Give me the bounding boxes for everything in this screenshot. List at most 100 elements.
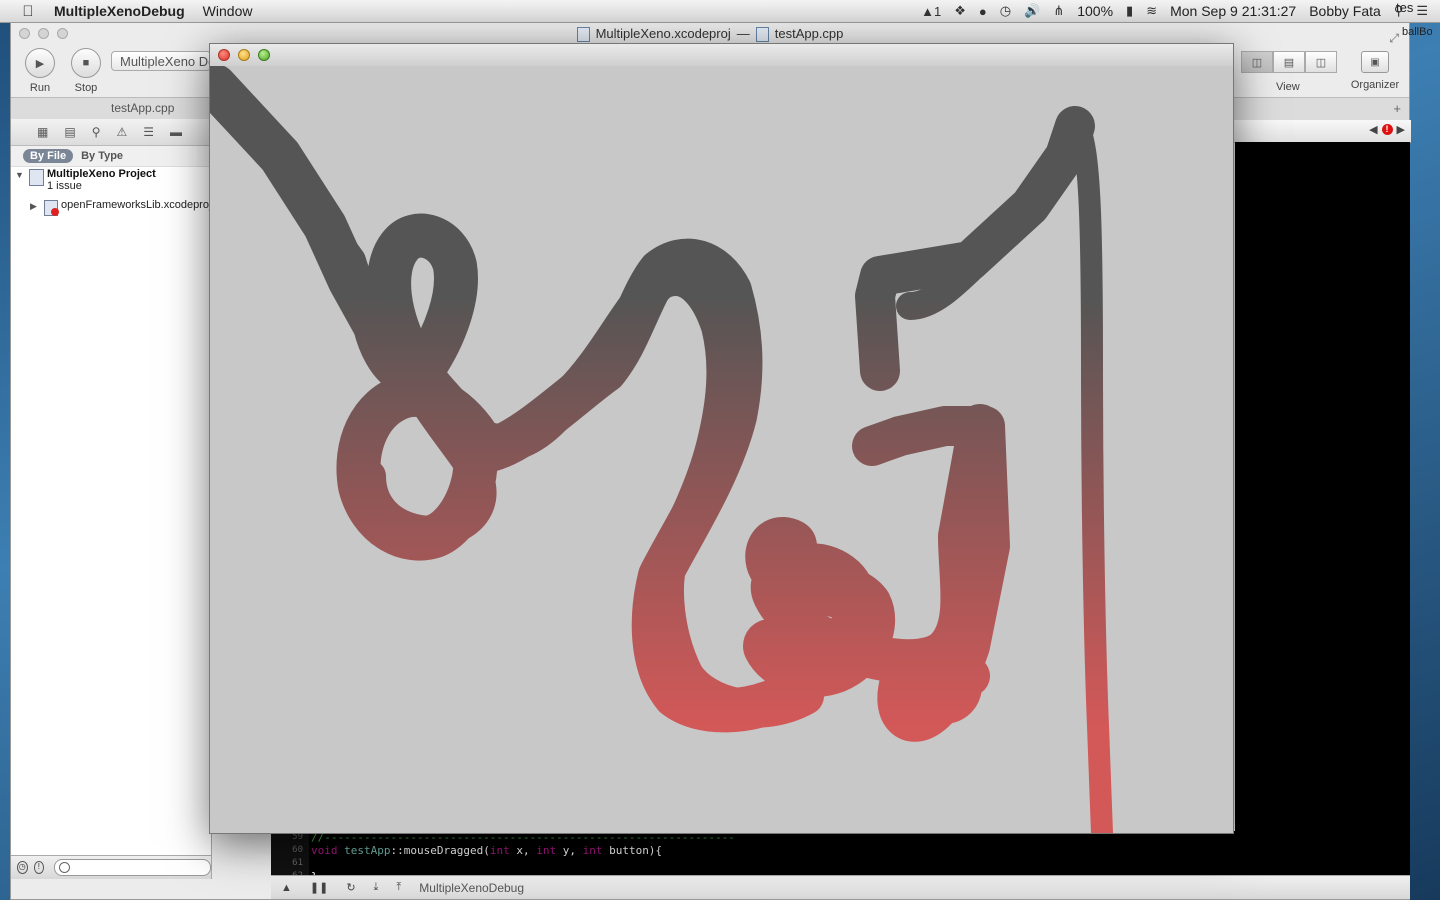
disclosure-open-icon[interactable]: ▼ xyxy=(15,170,24,180)
disclosure-closed-icon[interactable]: ▶ xyxy=(30,201,37,212)
issue-navigator: ▦ ▤ ⚲ ⚠ ☰ ▬ By File By Type ▼ MultipleXe… xyxy=(11,119,212,879)
drawing-canvas[interactable] xyxy=(193,64,1233,844)
dropbox-icon[interactable]: ❖ xyxy=(954,3,966,19)
user-menu[interactable]: Bobby Fata xyxy=(1309,3,1381,19)
app-minimize-button[interactable] xyxy=(238,49,250,61)
hide-debug-area-icon[interactable]: ▲ xyxy=(281,882,292,894)
editor-area[interactable] xyxy=(1235,142,1410,878)
project-tree-item[interactable]: ▼ MultipleXeno Project 1 issue xyxy=(11,167,211,199)
step-into-icon[interactable]: ⤓ xyxy=(374,881,379,894)
scheme-selector[interactable]: MultipleXeno Debug xyxy=(111,51,211,71)
search-navigator-icon[interactable]: ⚲ xyxy=(92,125,101,139)
error-badge-icon xyxy=(51,208,59,216)
battery-icon[interactable]: ▮ xyxy=(1126,3,1133,19)
bluetooth-icon[interactable]: ⋔ xyxy=(1053,3,1064,19)
time-machine-icon[interactable]: ◷ xyxy=(1000,3,1011,19)
error-indicator-icon[interactable]: ! xyxy=(1381,124,1393,135)
child-tree-item[interactable]: ▶ openFrameworksLib.xcodeproj xyxy=(11,199,211,217)
debug-bar: ▲ ❚❚ ↻ ⤓ ⤒ MultipleXenoDebug xyxy=(271,875,1410,899)
filter-by-file[interactable]: By File xyxy=(23,149,74,163)
navigator-filter-bar: ◷ ! xyxy=(11,855,211,879)
xeno-stroke-right-loop xyxy=(852,106,1095,742)
recent-filter-icon[interactable]: ◷ xyxy=(17,861,28,874)
background-window-title: tes xyxy=(1396,0,1414,15)
step-out-icon[interactable]: ⤒ xyxy=(396,881,401,894)
project-issue-count: 1 issue xyxy=(47,180,82,192)
battery-percent[interactable]: 100% xyxy=(1077,3,1113,19)
pause-icon[interactable]: ❚❚ xyxy=(310,881,328,894)
view-segmented-control: ◫ ▤ ◫ xyxy=(1241,51,1337,73)
app-window xyxy=(193,43,1234,844)
keyword: int xyxy=(489,844,510,857)
line-number: 61 xyxy=(292,858,303,868)
jump-bar: ◀ ! ▶ xyxy=(1233,120,1411,143)
xcode-zoom-button[interactable] xyxy=(57,28,68,39)
run-button[interactable]: ▶ Run xyxy=(15,48,65,94)
code-line-function: void testApp::mouseDragged(int x, int y,… xyxy=(311,844,735,857)
issue-navigator-icon[interactable]: ⚠ xyxy=(116,125,127,139)
xcodeproj-icon xyxy=(576,26,590,42)
scope-operator: :: xyxy=(390,844,404,857)
app-menu[interactable]: MultipleXenoDebug xyxy=(54,3,185,19)
project-navigator-icon[interactable]: ▦ xyxy=(37,125,48,139)
debug-area-toggle-icon[interactable]: ▤ xyxy=(1273,51,1305,73)
keyword: void xyxy=(311,844,338,857)
clock[interactable]: Mon Sep 9 21:31:27 xyxy=(1170,3,1296,19)
window-menu[interactable]: Window xyxy=(203,3,253,19)
child-item-label: openFrameworksLib.xcodeproj xyxy=(61,199,212,211)
issues-filter-icon[interactable]: ! xyxy=(33,861,45,874)
xcode-close-button[interactable] xyxy=(19,28,30,39)
window-title-project: MultipleXeno.xcodeproj xyxy=(595,26,731,41)
utilities-toggle-icon[interactable]: ◫ xyxy=(1305,51,1337,73)
code-lines: //--------------------------------------… xyxy=(311,831,735,879)
symbol-navigator-icon[interactable]: ▤ xyxy=(64,125,75,139)
navigator-toggle-icon[interactable]: ◫ xyxy=(1241,51,1273,73)
debug-navigator-icon[interactable]: ☰ xyxy=(143,125,154,139)
volume-icon[interactable]: 🔊 xyxy=(1024,3,1040,19)
stop-button[interactable]: ■ Stop xyxy=(61,48,111,94)
app-close-button[interactable] xyxy=(218,49,230,61)
organizer-label: Organizer xyxy=(1350,79,1400,91)
window-title-file: testApp.cpp xyxy=(774,26,844,41)
organizer-icon: ▣ xyxy=(1361,51,1389,73)
issue-filter-bar: By File By Type xyxy=(11,146,211,167)
keyword: int xyxy=(582,844,603,857)
window-title-separator: — xyxy=(736,26,750,41)
function-name: mouseDragged( xyxy=(403,844,490,857)
notification-center-icon[interactable]: ☰ xyxy=(1416,3,1428,19)
next-issue-icon[interactable]: ▶ xyxy=(1397,123,1405,136)
adobe-icon[interactable]: ▲1 xyxy=(921,4,941,19)
line-number: 60 xyxy=(292,845,303,855)
run-label: Run xyxy=(29,82,51,94)
previous-issue-icon[interactable]: ◀ xyxy=(1369,123,1377,136)
background-window-text: ballBo xyxy=(1402,26,1433,38)
code-editor[interactable]: 59 60 61 62 //--------------------------… xyxy=(271,831,1410,879)
xeno-drawing xyxy=(193,64,1113,844)
add-tab-icon[interactable]: + xyxy=(1393,101,1401,116)
navigator-search-input[interactable] xyxy=(54,859,211,876)
tab-testapp-cpp[interactable]: testApp.cpp xyxy=(111,101,174,115)
app-titlebar[interactable] xyxy=(210,44,1233,67)
keyword: int xyxy=(536,844,557,857)
step-over-icon[interactable]: ↻ xyxy=(346,881,355,894)
param: button){ xyxy=(602,844,663,857)
hat-icon[interactable]: ● xyxy=(979,4,987,19)
organizer-button[interactable]: ▣ Organizer xyxy=(1347,48,1403,91)
notification-count: 1 xyxy=(934,3,942,19)
wifi-icon[interactable]: ≋ xyxy=(1146,3,1157,19)
xcode-minimize-button[interactable] xyxy=(38,28,49,39)
debug-target-label: MultipleXenoDebug xyxy=(419,880,525,895)
play-icon: ▶ xyxy=(25,48,55,78)
apple-menu-icon[interactable]:  xyxy=(20,3,36,20)
search-icon xyxy=(59,862,71,873)
xeno-blob-right xyxy=(906,648,982,724)
view-label: View xyxy=(1276,81,1300,93)
param: x, xyxy=(509,844,537,857)
xcode-traffic-lights xyxy=(19,28,68,39)
breakpoint-navigator-icon[interactable]: ▬ xyxy=(170,125,182,139)
app-zoom-button[interactable] xyxy=(258,49,270,61)
filter-by-type[interactable]: By Type xyxy=(81,150,123,162)
menu-bar:  MultipleXenoDebug Window ▲1 ❖ ● ◷ 🔊 ⋔ … xyxy=(0,0,1440,23)
status-area: ▲1 ❖ ● ◷ 🔊 ⋔ 100% ▮ ≋ Mon Sep 9 21:31:27… xyxy=(921,0,1428,22)
